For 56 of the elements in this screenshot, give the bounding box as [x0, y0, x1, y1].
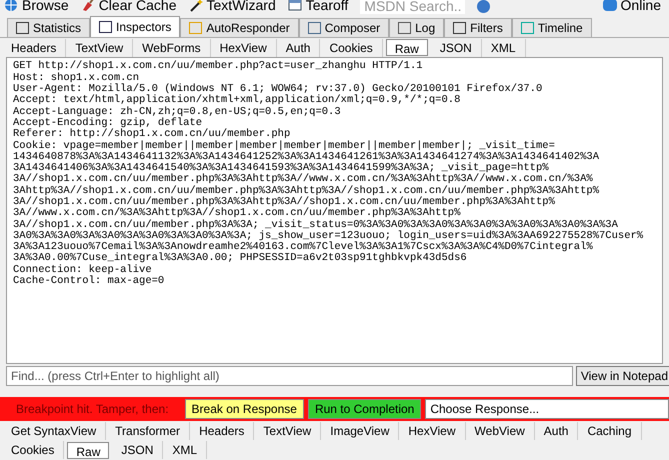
breakpoint-message: Breakpoint hit. Tamper, then:	[16, 400, 169, 418]
inspector-tab[interactable]: Cookies	[2, 441, 64, 460]
break-on-response-button[interactable]: Break on Response	[184, 398, 304, 419]
tab-icon	[99, 20, 112, 33]
request-line: 3Ahttp%3A//shop1.x.com.cn/uu/member.php%3A%3Ahttp%3A//shop1.x.com.cn/uu/member.php%3A%3Ahttp%	[13, 186, 599, 197]
request-line: Accept-Encoding: gzip, deflate	[13, 118, 202, 129]
tab-icon	[453, 22, 466, 34]
request-line: User-Agent: Mozilla/5.0 (Windows NT 6.1; WOW64; rv:37.0) Gecko/20100101 Firefox/37.0	[13, 84, 542, 96]
online-status: Online	[620, 0, 661, 15]
request-line: Cookie: vpage=member|member||member|member|member|member||member|member|; _visit_time=	[13, 140, 555, 152]
response-dropdown[interactable]: Choose Response...	[425, 398, 669, 419]
request-line: GET http://shop1.x.com.cn/uu/member.php?act=user_zhanghu HTTP/1.1	[13, 61, 423, 72]
toolbar-button[interactable]: TextWizard	[188, 0, 276, 12]
inspector-tab[interactable]: Timeline	[512, 18, 592, 37]
request-line: 3A//www.x.com.cn/%3A%3Ahttp%3A//shop1.x.com.cn/uu/member.php%3A%3Ahttp%	[13, 208, 460, 220]
find-field[interactable]: Find... (press Ctrl+Enter to highlight all)	[6, 366, 573, 386]
request-line: Accept-Language: zh-CN,zh;q=0.8,en-US;q=0.5,en;q=0.3	[13, 106, 341, 118]
search-field[interactable]: MSDN Search...	[360, 0, 466, 14]
request-line: Cache-Control: max-age=0	[13, 276, 164, 288]
inspector-tab[interactable]: AutoResponder	[180, 18, 299, 37]
toolbar-button[interactable]: Tearoff	[288, 0, 348, 12]
request-line: Host: shop1.x.com.cn	[13, 72, 140, 84]
tab-icon	[520, 22, 534, 34]
inspector-tab[interactable]: Raw	[386, 39, 428, 56]
inspector-tab[interactable]: Filters	[444, 18, 512, 37]
request-line: Referer: http://shop1.x.com.cn/uu/member.php	[13, 129, 290, 140]
request-line: 3A%3A0.00%7Cuse_integral%3A%3A0.00; PHPSESSID=a6v2t03sp91tghbkvpk43d5ds6	[13, 253, 467, 264]
tab-icon	[308, 22, 321, 34]
inspector-tab[interactable]: Raw	[67, 442, 110, 459]
window-icon	[288, 0, 302, 12]
request-line: 1434640878%3A%3A1434641132%3A%3A1434641252%3A%3A1434641261%3A%3A1434641274%3A%3A1434641402%3A	[13, 152, 599, 163]
request-line: 3A%3A123uouo%7Cemail%3A%3Anowdreamhe2%40163.com%7Clevel%3A%3A1%7Cscx%3A%3A%C4%D0%7Cintegral%	[13, 242, 593, 254]
tab-icon	[189, 22, 202, 34]
run-to-completion-button[interactable]: Run to Completion	[308, 398, 422, 419]
tab-icon	[398, 22, 412, 34]
toolbar-button[interactable]: Clear Cache	[80, 0, 177, 12]
tab-icon	[16, 22, 29, 34]
request-line: 3A1434641406%3A%3A1434641540%3A%3A1434641593%3A%3A1434641599%3A%3A; _visit_page=http%	[13, 163, 549, 174]
inspector-tab[interactable]: Statistics	[7, 18, 90, 37]
request-line: 3A//shop1.x.com.cn/uu/member.php%3A%3Ahttp%3A//www.x.com.cn/%3A%3Ahttp%3A//www.x.com.cn/%3A%	[13, 174, 593, 186]
globe-icon	[4, 0, 18, 12]
request-line: 3A//shop1.x.com.cn/uu/member.php%3A%3Ahttp%3A//shop1.x.com.cn/uu/member.php%3A%3Ahttp%	[13, 196, 555, 208]
inspector-tab[interactable]: Log	[389, 18, 444, 37]
dropdown-value: Choose Response...	[430, 400, 540, 418]
wand-icon	[188, 0, 203, 12]
request-line: Accept: text/html,application/xhtml+xml,application/xml;q=0.9,*/*;q=0.8	[13, 95, 460, 106]
inspector-tab[interactable]: XML	[163, 441, 208, 460]
request-line: 3A//shop1.x.com.cn/uu/member.php%3A%3A; _visit_status=0%3A%3A0%3A%3A0%3A%3A0%3A%3A0%3A%3A0%3A%3A	[13, 220, 618, 231]
broom-icon	[80, 0, 95, 12]
inspector-tab[interactable]: JSON	[112, 441, 164, 460]
inspector-tab[interactable]: Composer	[298, 18, 390, 37]
toolbar-button[interactable]: Browse	[4, 0, 69, 12]
request-line: 3A0%3A%3A0%3A%3A0%3A%3A0%3A%3A0%3A%3A; js_show_user=123uouo; login_users=uid%3A%3AA692275528%7Cuser%	[13, 230, 644, 242]
inspector-tab[interactable]: Inspectors	[90, 16, 180, 37]
request-line: Connection: keep-alive	[13, 264, 152, 276]
view-in-notepad-button[interactable]: View in Notepad	[576, 366, 669, 386]
